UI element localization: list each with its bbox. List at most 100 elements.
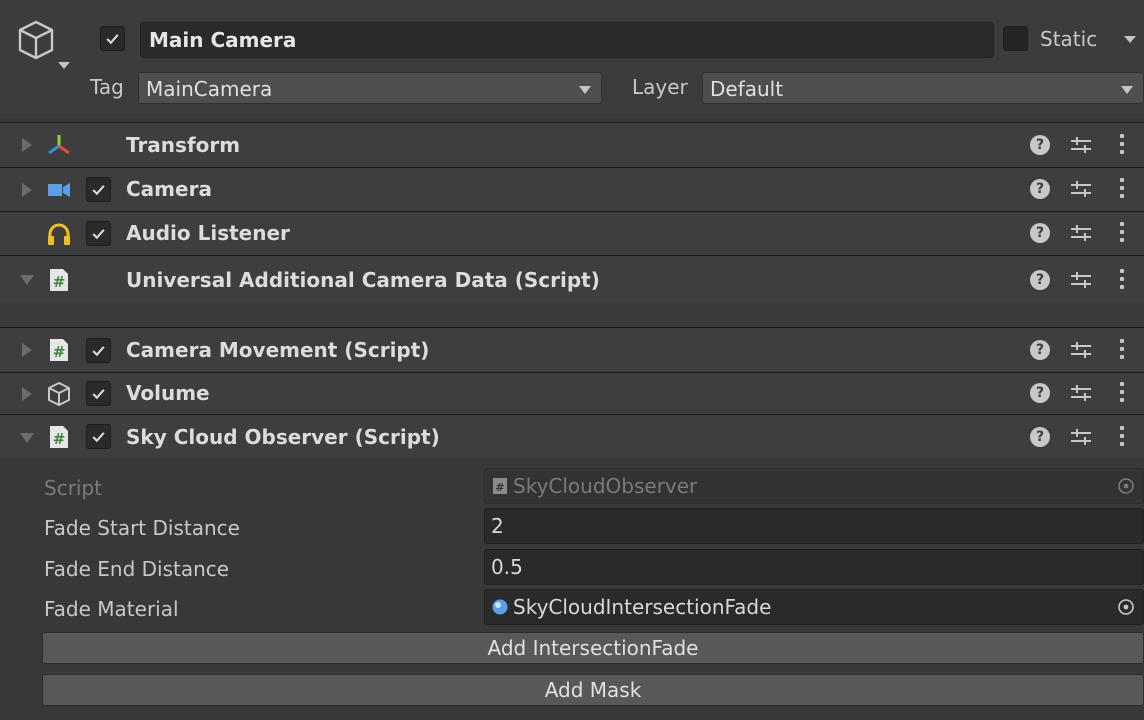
layer-label: Layer: [632, 75, 688, 99]
cube-outline-icon[interactable]: [14, 18, 74, 76]
static-label: Static: [1040, 27, 1098, 51]
help-icon[interactable]: ?: [1030, 135, 1050, 155]
transform-axes-icon: [48, 135, 70, 155]
active-checkbox[interactable]: [100, 26, 125, 51]
component-enabled-checkbox[interactable]: [86, 424, 111, 449]
script-hash-icon: #: [493, 478, 507, 494]
foldout-arrow-icon[interactable]: [22, 183, 32, 197]
sky-cloud-observer-properties: Script # SkyCloudObserver Fade Start Dis…: [0, 458, 1144, 720]
presets-sliders-icon[interactable]: [1070, 340, 1092, 360]
presets-sliders-icon[interactable]: [1070, 427, 1092, 447]
object-picker-icon[interactable]: [1117, 598, 1135, 616]
component-tools: ?: [1030, 177, 1134, 201]
chevron-down-icon: [58, 62, 70, 69]
script-hash-icon: #: [50, 269, 68, 291]
tag-value: MainCamera: [146, 77, 273, 101]
help-icon[interactable]: ?: [1030, 427, 1050, 447]
checkmark-icon: [106, 34, 119, 45]
add-mask-button[interactable]: Add Mask: [42, 674, 1144, 706]
object-name-field[interactable]: Main Camera: [140, 22, 994, 58]
script-label: Script: [44, 476, 103, 500]
presets-sliders-icon[interactable]: [1070, 223, 1092, 243]
script-value: SkyCloudObserver: [513, 474, 698, 498]
component-enabled-checkbox[interactable]: [86, 381, 111, 406]
foldout-arrow-icon[interactable]: [20, 433, 34, 443]
inspector-window: Main Camera Static Tag MainCamera Layer …: [0, 0, 1144, 720]
kebab-menu-icon[interactable]: [1118, 134, 1126, 156]
component-title: Camera: [126, 177, 212, 201]
component-tools: ?: [1030, 425, 1134, 449]
object-picker-icon: [1118, 478, 1134, 494]
kebab-menu-icon[interactable]: [1118, 222, 1126, 244]
kebab-menu-icon[interactable]: [1118, 269, 1126, 291]
component-tools: ?: [1030, 381, 1134, 405]
component-tools: ?: [1030, 133, 1134, 157]
component-enabled-checkbox[interactable]: [86, 221, 111, 246]
presets-sliders-icon[interactable]: [1070, 135, 1092, 155]
fade-material-value: SkyCloudIntersectionFade: [513, 595, 772, 619]
svg-text:#: #: [53, 343, 66, 361]
component-volume[interactable]: Volume ?: [0, 372, 1144, 414]
component-title: Audio Listener: [126, 221, 290, 245]
gameobject-header: Main Camera Static Tag MainCamera Layer …: [0, 0, 1144, 118]
static-checkbox[interactable]: [1003, 26, 1028, 51]
material-sphere-icon: [492, 599, 508, 615]
component-tools: ?: [1030, 221, 1134, 245]
fade-end-field[interactable]: 0.5: [484, 549, 1144, 585]
help-icon[interactable]: ?: [1030, 179, 1050, 199]
checkmark-icon: [92, 389, 105, 400]
cube-outline-icon: [48, 382, 70, 406]
component-body-empty: [0, 303, 1144, 327]
headphones-icon: [48, 223, 70, 245]
fade-end-label: Fade End Distance: [44, 557, 230, 581]
component-tools: ?: [1030, 338, 1134, 362]
component-enabled-checkbox[interactable]: [86, 177, 111, 202]
checkmark-icon: [92, 185, 105, 196]
camera-icon: [48, 183, 70, 197]
svg-text:#: #: [495, 481, 504, 494]
help-icon[interactable]: ?: [1030, 270, 1050, 290]
component-camera-movement[interactable]: # Camera Movement (Script) ?: [0, 327, 1144, 372]
kebab-menu-icon[interactable]: [1118, 382, 1126, 404]
script-hash-icon: #: [50, 426, 68, 448]
foldout-arrow-icon[interactable]: [22, 343, 32, 357]
tag-dropdown[interactable]: MainCamera: [138, 72, 602, 104]
checkmark-icon: [92, 229, 105, 240]
component-title: Camera Movement (Script): [126, 338, 430, 362]
foldout-arrow-icon[interactable]: [22, 138, 32, 152]
chevron-down-icon: [1121, 86, 1133, 94]
foldout-arrow-icon[interactable]: [20, 275, 34, 285]
fade-material-field[interactable]: SkyCloudIntersectionFade: [484, 589, 1144, 625]
kebab-menu-icon[interactable]: [1118, 178, 1126, 200]
checkmark-icon: [92, 346, 105, 357]
checkmark-icon: [92, 432, 105, 443]
component-sky-cloud-observer[interactable]: # Sky Cloud Observer (Script) ?: [0, 414, 1144, 458]
kebab-menu-icon[interactable]: [1118, 426, 1126, 448]
presets-sliders-icon[interactable]: [1070, 179, 1092, 199]
presets-sliders-icon[interactable]: [1070, 383, 1092, 403]
component-title: Volume: [126, 381, 210, 405]
component-enabled-checkbox[interactable]: [86, 338, 111, 363]
chevron-down-icon: [579, 86, 591, 94]
fade-start-label: Fade Start Distance: [44, 516, 240, 540]
svg-text:#: #: [53, 430, 66, 448]
kebab-menu-icon[interactable]: [1118, 339, 1126, 361]
component-title: Universal Additional Camera Data (Script…: [126, 268, 600, 292]
component-audio-listener[interactable]: Audio Listener ?: [0, 211, 1144, 255]
help-icon[interactable]: ?: [1030, 383, 1050, 403]
presets-sliders-icon[interactable]: [1070, 270, 1092, 290]
svg-text:#: #: [53, 273, 66, 291]
layer-dropdown[interactable]: Default: [702, 72, 1144, 104]
help-icon[interactable]: ?: [1030, 340, 1050, 360]
static-dropdown-arrow-icon[interactable]: [1124, 36, 1136, 43]
component-universal-camera-data[interactable]: # Universal Additional Camera Data (Scri…: [0, 255, 1144, 303]
help-icon[interactable]: ?: [1030, 223, 1050, 243]
script-hash-icon: #: [50, 339, 68, 361]
fade-start-field[interactable]: 2: [484, 508, 1144, 544]
tag-label: Tag: [90, 75, 124, 99]
component-camera[interactable]: Camera ?: [0, 167, 1144, 211]
add-intersection-fade-button[interactable]: Add IntersectionFade: [42, 632, 1144, 664]
component-transform[interactable]: Transform ?: [0, 122, 1144, 167]
script-field: # SkyCloudObserver: [484, 468, 1144, 504]
foldout-arrow-icon[interactable]: [22, 387, 32, 401]
